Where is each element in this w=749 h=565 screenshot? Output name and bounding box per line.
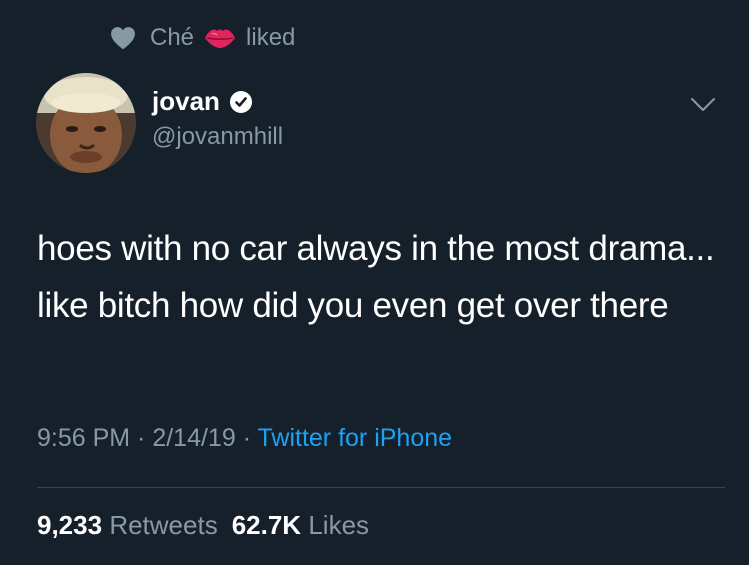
retweets-label: Retweets	[109, 510, 218, 540]
divider	[37, 487, 725, 488]
avatar[interactable]	[36, 73, 136, 173]
tweet-stats: 9,233 Retweets 62.7K Likes	[37, 510, 369, 541]
tweet-text: hoes with no car always in the most dram…	[37, 229, 715, 325]
meta-separator: ·	[235, 424, 258, 452]
likes-count: 62.7K	[231, 510, 302, 540]
tweet-source-link[interactable]: Twitter for iPhone	[258, 424, 453, 452]
retweets-count: 9,233	[37, 510, 103, 540]
author-handle[interactable]: @jovanmhill	[152, 123, 283, 151]
likes-stat[interactable]: 62.7K Likes	[232, 510, 369, 540]
kiss-lips-icon	[205, 29, 236, 48]
social-context-user[interactable]: Ché	[150, 24, 194, 52]
profile-photo-icon	[36, 73, 136, 173]
author-name-row[interactable]: jovan	[152, 86, 253, 117]
author-display-name[interactable]: jovan	[152, 86, 220, 117]
tweet-meta: 9:56 PM · 2/14/19 · Twitter for iPhone	[37, 424, 452, 453]
meta-separator: ·	[130, 424, 153, 452]
heart-icon	[111, 27, 135, 50]
retweets-stat[interactable]: 9,233 Retweets	[37, 510, 218, 540]
social-context-action: liked	[246, 24, 296, 51]
tweet-date: 2/14/19	[152, 424, 236, 452]
verified-badge-icon	[229, 90, 252, 113]
likes-label: Likes	[308, 510, 370, 540]
chevron-down-icon[interactable]	[690, 96, 716, 114]
tweet-time: 9:56 PM	[37, 424, 131, 452]
social-context[interactable]: Ché liked	[110, 22, 295, 54]
